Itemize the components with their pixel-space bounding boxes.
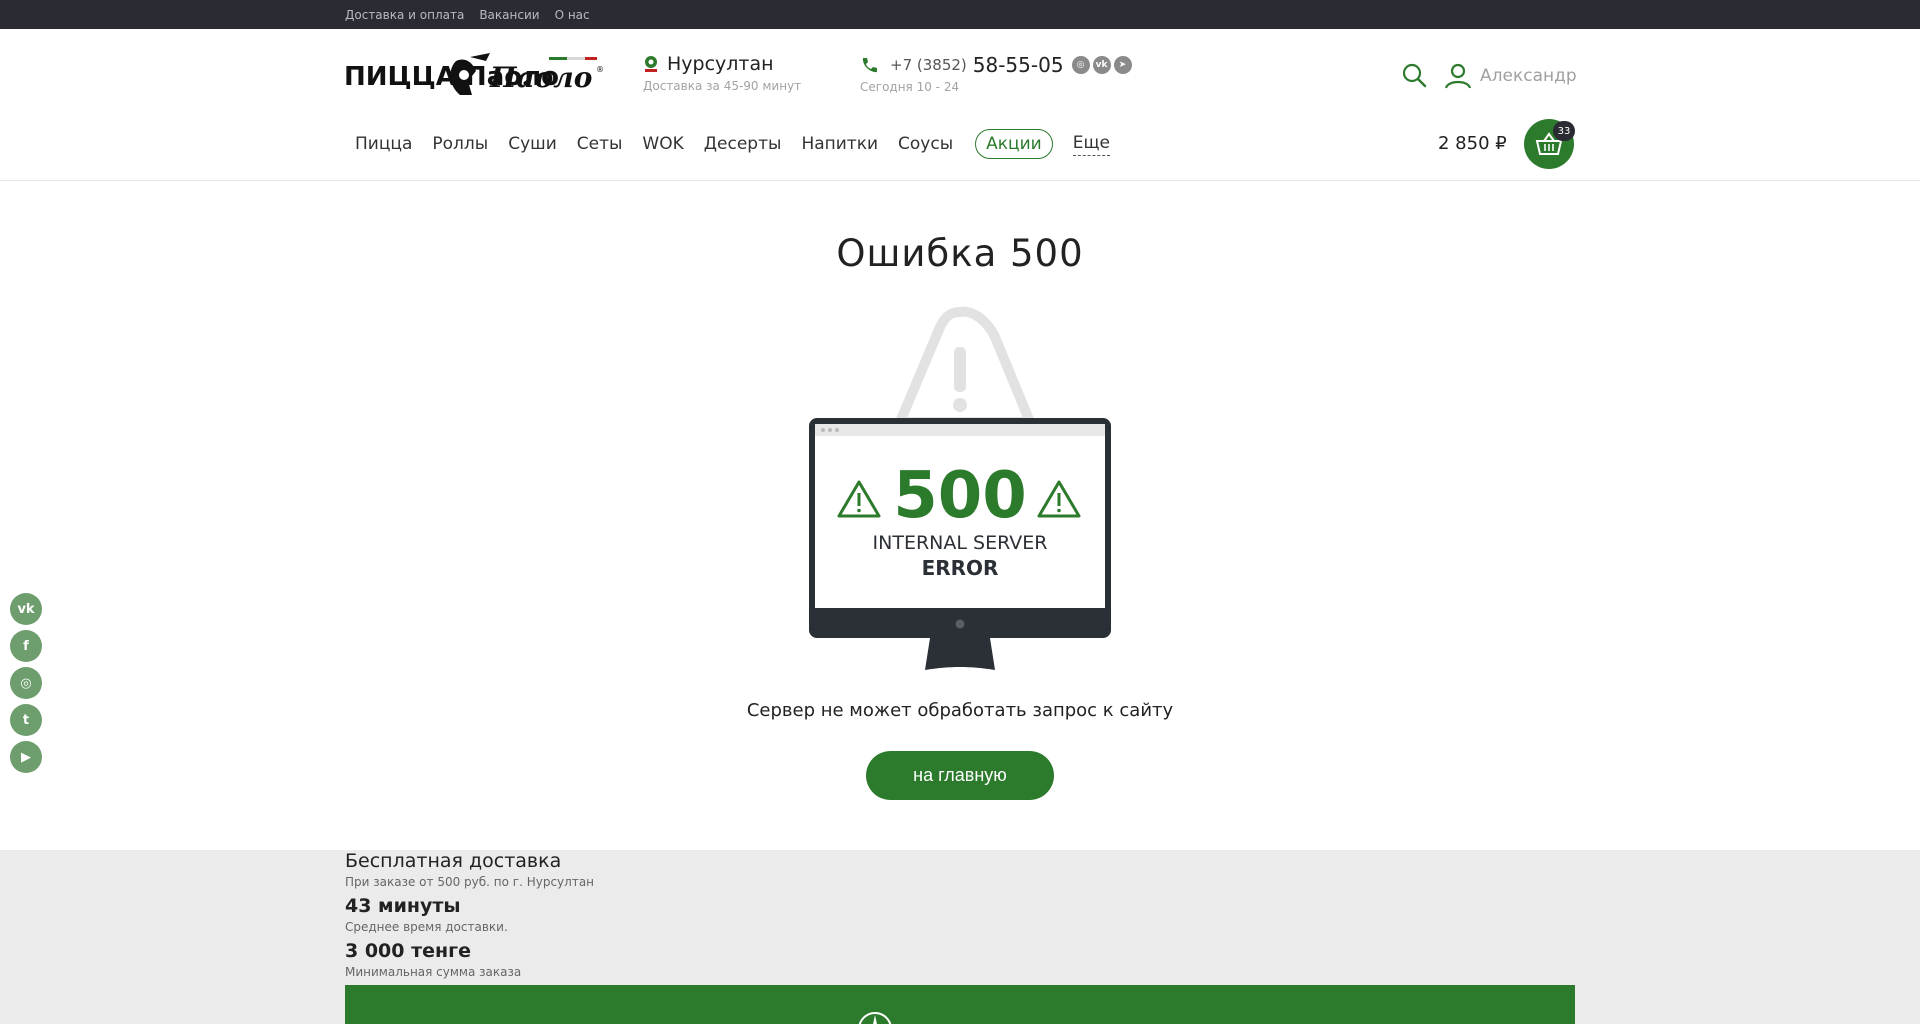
nav-item-sets[interactable]: Сеты [577, 134, 623, 154]
svg-text:Паоло: Паоло [489, 61, 592, 94]
phone-number[interactable]: 58-55-05 [973, 53, 1064, 77]
nav-item-wok[interactable]: WOK [642, 134, 683, 154]
nav-item-pizza[interactable]: Пицца [355, 134, 412, 154]
free-delivery-title: Бесплатная доставка [345, 850, 562, 872]
avg-delivery-note: Среднее время доставки. [345, 920, 508, 934]
nav-item-sauces[interactable]: Соусы [898, 134, 953, 154]
error-code: 500 [893, 459, 1027, 533]
header: ПИЦЦА Паоло Паоло ® Нурсултан Доставка з… [0, 29, 1920, 181]
topbar-links: Доставка и оплата Вакансии О нас [345, 8, 590, 22]
page-title: Ошибка 500 [836, 232, 1084, 275]
free-delivery-note: При заказе от 500 руб. по г. Нурсултан [345, 875, 595, 889]
error-content: Ошибка 500 500 INTERNAL SERVER ERROR Сер… [0, 182, 1920, 850]
error-line-1: INTERNAL SERVER [873, 532, 1048, 554]
logo[interactable]: ПИЦЦА Паоло Паоло ® [344, 47, 606, 103]
avg-delivery-time: 43 минуты [345, 895, 461, 917]
instagram-icon[interactable]: ◎ [10, 667, 42, 699]
delivery-time-note: Доставка за 45-90 минут [643, 79, 802, 93]
working-hours: Сегодня 10 - 24 [860, 80, 960, 94]
user-icon [1444, 63, 1472, 89]
youtube-icon[interactable]: ▶ [10, 741, 42, 773]
topbar: Доставка и оплата Вакансии О нас [0, 0, 1920, 29]
phone-code: +7 (3852) [890, 56, 967, 74]
side-social-links: vk f ◎ t ▶ [10, 593, 42, 773]
topbar-link-vacancies[interactable]: Вакансии [479, 8, 539, 22]
location-pin-icon [645, 56, 657, 72]
nav-item-promotions[interactable]: Акции [975, 129, 1053, 159]
city-name: Нурсултан [667, 53, 774, 75]
min-order-note: Минимальная сумма заказа [345, 965, 522, 979]
error-message: Сервер не может обработать запрос к сайт… [746, 700, 1174, 721]
error-line-2: ERROR [922, 556, 999, 580]
nav-item-desserts[interactable]: Десерты [704, 134, 782, 154]
topbar-link-delivery[interactable]: Доставка и оплата [345, 8, 464, 22]
cart-total: 2 850 ₽ [1438, 133, 1507, 154]
cart-count-badge: 33 [1553, 121, 1575, 141]
compass-icon [858, 1012, 892, 1024]
facebook-icon[interactable]: f [10, 630, 42, 662]
twitter-icon[interactable]: t [10, 704, 42, 736]
vk-icon[interactable]: vk [1092, 56, 1111, 74]
footer-banner [345, 985, 1575, 1024]
server-error-illustration: 500 INTERNAL SERVER ERROR [809, 306, 1111, 670]
search-icon[interactable] [1401, 62, 1427, 88]
home-button[interactable]: на главную [866, 751, 1054, 800]
telegram-icon[interactable]: ➤ [1113, 56, 1132, 74]
svg-text:®: ® [596, 65, 604, 74]
instagram-icon[interactable]: ◎ [1071, 56, 1090, 74]
user-account[interactable]: Александр [1444, 62, 1577, 90]
nav-item-rolls[interactable]: Роллы [432, 134, 488, 154]
city-selector[interactable]: Нурсултан Доставка за 45-90 минут [643, 53, 801, 93]
nav-item-sushi[interactable]: Суши [508, 134, 557, 154]
user-name: Александр [1480, 66, 1577, 86]
phone-icon [862, 58, 877, 73]
vk-icon[interactable]: vk [10, 593, 42, 625]
min-order-amount: 3 000 тенге [345, 940, 471, 962]
nav-item-drinks[interactable]: Напитки [801, 134, 878, 154]
category-nav: Пицца Роллы Суши Сеты WOK Десерты Напитк… [355, 129, 1130, 159]
nav-item-more[interactable]: Еще [1072, 133, 1110, 156]
topbar-link-about[interactable]: О нас [555, 8, 590, 22]
phone-block: +7 (3852) 58-55-05 ◎ vk ➤ Сегодня 10 - 2… [860, 53, 1132, 94]
